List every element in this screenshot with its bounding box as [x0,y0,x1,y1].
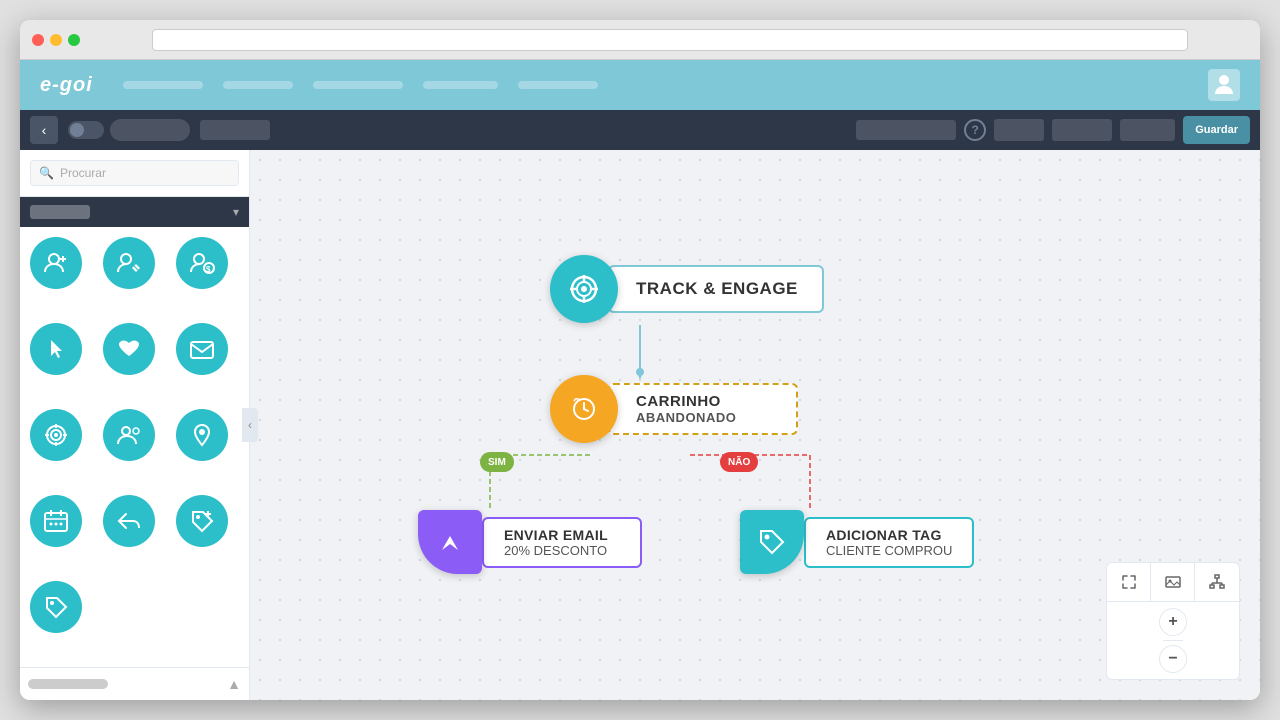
toggle-thumb [70,123,84,137]
zoom-out-button[interactable]: − [1159,645,1187,673]
track-engage-node[interactable]: TRACK & ENGAGE [550,255,824,323]
logo: e-goi [40,74,93,97]
carrinho-icon [550,375,618,443]
nav-link-5[interactable] [518,81,598,89]
sidebar-category[interactable]: ▾ [20,197,249,227]
toggle-track [68,121,104,139]
zoom-divider [1163,640,1183,641]
sidebar-icons: $ [20,227,249,667]
nav-link-1[interactable] [123,81,203,89]
carrinho-node[interactable]: CARRINHO ABANDONADO [550,375,798,443]
top-nav: e-goi [20,60,1260,110]
category-chevron-down-icon: ▾ [233,205,239,219]
add-contact-button[interactable] [30,237,82,289]
target-button[interactable] [30,409,82,461]
progress-bar [856,120,956,140]
secondary-nav-right: ? Guardar [856,116,1250,144]
track-engage-label-box: TRACK & ENGAGE [608,265,824,313]
sidebar-bottom: ▲ [20,667,249,700]
sidebar-search: 🔍 Procurar [20,150,249,197]
adicionar-tag-title: ADICIONAR TAG [826,527,952,543]
nav-links [123,81,1208,89]
secondary-nav: ‹ ? Guardar [20,110,1260,150]
action-btn-3[interactable] [1120,119,1175,141]
main-content: 🔍 Procurar ▾ [20,150,1260,700]
app-container: e-goi ‹ [20,60,1260,700]
toggle-label [110,119,190,141]
calendar-button[interactable] [30,495,82,547]
help-button[interactable]: ? [964,119,986,141]
svg-text:$: $ [206,265,211,274]
track-engage-title: TRACK & ENGAGE [636,279,798,299]
hierarchy-icon[interactable] [1195,563,1239,601]
dot-red[interactable] [32,34,44,46]
enviar-email-node[interactable]: ENVIAR EMAIL 20% DESCONTO [418,510,642,574]
action-btn-2[interactable] [1052,119,1112,141]
address-bar[interactable] [152,29,1188,51]
expand-icon[interactable] [1107,563,1151,601]
action-btn-1[interactable] [994,119,1044,141]
email-button[interactable] [176,323,228,375]
nav-link-4[interactable] [423,81,498,89]
zoom-in-button[interactable]: + [1159,608,1187,636]
avatar[interactable] [1208,69,1240,101]
toggle-switch[interactable] [68,119,190,141]
browser-window: e-goi ‹ [20,20,1260,700]
click-button[interactable] [30,323,82,375]
adicionar-tag-subtitle: CLIENTE COMPROU [826,543,952,558]
search-box[interactable]: 🔍 Procurar [30,160,239,186]
back-button[interactable]: ‹ [30,116,58,144]
nao-badge: NÃO [720,452,758,472]
sidebar-up-icon[interactable]: ▲ [227,676,241,692]
carrinho-subtitle: ABANDONADO [636,410,772,425]
adicionar-tag-label-box: ADICIONAR TAG CLIENTE COMPROU [804,517,974,568]
revenue-button[interactable]: $ [176,237,228,289]
person-button[interactable] [103,409,155,461]
adicionar-tag-node[interactable]: ADICIONAR TAG CLIENTE COMPROU [740,510,974,574]
nav-pill-label[interactable] [200,120,270,140]
mini-toolbar: + − [1106,562,1240,680]
mini-toolbar-top [1107,563,1239,602]
mini-toolbar-bottom: + − [1107,602,1239,679]
search-icon: 🔍 [39,166,54,180]
edit-contact-button[interactable] [103,237,155,289]
search-placeholder: Procurar [60,166,106,180]
canvas-area: TRACK & ENGAGE CARRINHO ABANDONAD [250,150,1260,700]
image-icon[interactable] [1151,563,1195,601]
sidebar-collapse-button[interactable]: ‹ [242,408,258,442]
dot-yellow[interactable] [50,34,62,46]
sidebar: 🔍 Procurar ▾ [20,150,250,700]
save-button[interactable]: Guardar [1183,116,1250,144]
reply-button[interactable] [103,495,155,547]
sidebar-bottom-bar [28,679,108,689]
browser-titlebar [20,20,1260,60]
tag-add-button[interactable] [176,495,228,547]
enviar-email-subtitle: 20% DESCONTO [504,543,620,558]
adicionar-tag-icon [740,510,804,574]
enviar-email-title: ENVIAR EMAIL [504,527,620,543]
enviar-email-label-box: ENVIAR EMAIL 20% DESCONTO [482,517,642,568]
nav-link-2[interactable] [223,81,293,89]
category-label [30,205,90,219]
dot-green[interactable] [68,34,80,46]
carrinho-title: CARRINHO [636,393,772,410]
like-button[interactable] [103,323,155,375]
carrinho-label-box: CARRINHO ABANDONADO [608,383,798,435]
nav-link-3[interactable] [313,81,403,89]
enviar-email-icon [418,510,482,574]
location-button[interactable] [176,409,228,461]
track-engage-icon [550,255,618,323]
sim-badge: SIM [480,452,514,472]
tag-button[interactable] [30,581,82,633]
browser-dots [32,34,80,46]
